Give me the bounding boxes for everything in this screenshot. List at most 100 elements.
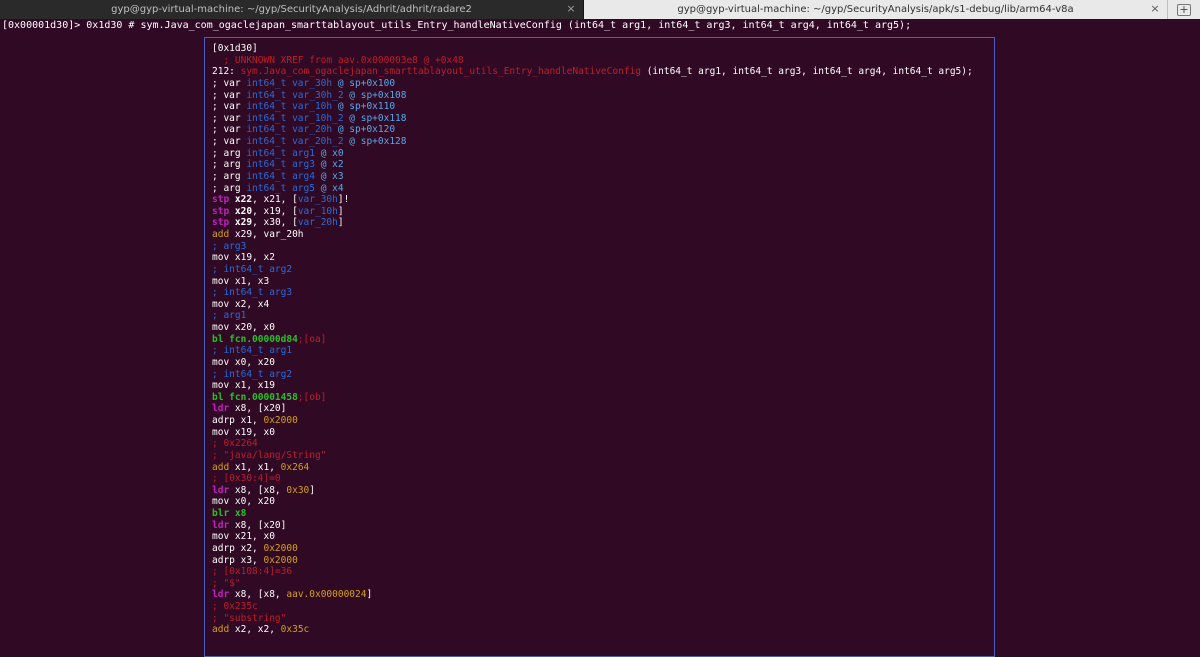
close-tab-icon[interactable]: × (1149, 3, 1161, 15)
close-tab-icon[interactable]: × (565, 3, 577, 15)
disasm-line: ldr x8, [x20] (212, 520, 973, 532)
disasm-token: @ sp+0x108 (343, 89, 407, 101)
disasm-line: mov x19, x0 (212, 427, 973, 439)
disasm-token: ; UNKNOWN XREF from aav.0x000003e8 @ +0x… (212, 54, 464, 66)
disasm-token: @ sp+0x100 (332, 77, 396, 89)
disasm-token: ; var (212, 77, 247, 89)
disasm-token: ; var (212, 89, 247, 101)
disasm-token: @ x0 (314, 147, 344, 159)
disasm-line: adrp x3, 0x2000 (212, 555, 973, 567)
disasm-token: stp (212, 217, 235, 229)
disasm-token: mov x1, x19 (212, 380, 275, 392)
disasm-line: ; 0x2264 (212, 438, 973, 450)
disasm-token: int64_t var_10h_2 (246, 112, 344, 124)
disasm-token: ;[oa] (297, 333, 327, 345)
disasm-token: 0x264 (280, 461, 310, 473)
disasm-token: int64_t arg1 (246, 147, 315, 159)
disasm-line: ; var int64_t var_30h @ sp+0x100 (212, 78, 973, 90)
disasm-token: x8, [x20] (229, 519, 287, 531)
disasm-token: ; int64_t arg2 (212, 263, 293, 275)
disasm-token: ldr (212, 589, 230, 601)
disasm-token: mov x19, x2 (212, 252, 275, 264)
disasm-token: ; var (212, 136, 247, 147)
disasm-token: x8, [x20] (229, 403, 287, 415)
disasm-line: ; var int64_t var_30h_2 @ sp+0x108 (212, 90, 973, 102)
disasm-token: stp (212, 194, 235, 206)
disasm-line: ; 0x235c (212, 601, 973, 613)
disasm-token: x22 (234, 194, 253, 206)
disasm-line: mov x2, x4 (212, 299, 973, 311)
disasm-token: x20 (234, 205, 253, 217)
disasm-line: ; var int64_t var_10h @ sp+0x110 (212, 101, 973, 113)
disasm-token: @ x4 (314, 182, 344, 194)
disasm-token: @ sp+0x110 (332, 101, 396, 113)
disasm-line: ; "java/lang/String" (212, 450, 973, 462)
disasm-token: mov x1, x3 (212, 275, 270, 287)
disasm-line: mov x19, x2 (212, 252, 973, 264)
disasm-token: ; arg (212, 182, 247, 194)
disasm-token: 0x2000 (263, 554, 298, 566)
disasm-token: @ sp+0x128 (343, 136, 407, 147)
disasm-line: ; var int64_t var_20h_2 @ sp+0x128 (212, 136, 973, 148)
disasm-line: stp x22, x21, [var_30h]! (212, 194, 973, 206)
disasm-token: ; int64_t arg2 (212, 368, 293, 380)
disasm-line: 212: sym.Java_com_ogaclejapan_smarttabla… (212, 66, 973, 78)
disasm-token: int64_t var_10h (246, 101, 333, 113)
disasm-token: ldr (212, 403, 230, 415)
disasm-token: mov x2, x4 (212, 298, 270, 310)
disasm-line: stp x20, x19, [var_10h] (212, 206, 973, 218)
disasm-line: ldr x8, [x8, aav.0x00000024] (212, 589, 973, 601)
radare2-prompt: [0x00001d30]> 0x1d30 # sym.Java_com_ogac… (2, 20, 912, 31)
disasm-line: bl fcn.00000d84;[oa] (212, 334, 973, 346)
disasm-token: 212: (212, 66, 241, 78)
disasm-token: ] (337, 217, 344, 229)
tab-radare2[interactable]: gyp@gyp-virtual-machine: ~/gyp/SecurityA… (0, 0, 584, 19)
disasm-token: var_20h (297, 217, 338, 229)
disasm-token: , x21, [ (252, 194, 298, 206)
disasm-token: add (212, 624, 230, 636)
disasm-token: int64_t var_20h (246, 124, 333, 136)
disasm-token: ; int64_t arg1 (212, 345, 293, 357)
terminal-tab-bar: gyp@gyp-virtual-machine: ~/gyp/SecurityA… (0, 0, 1200, 19)
disasm-line: blr x8 (212, 508, 973, 520)
disasm-token: adrp x1, (212, 415, 264, 426)
disasm-token: ; var (212, 112, 247, 124)
disasm-token: ]! (337, 194, 350, 206)
disasm-token: mov x0, x20 (212, 356, 275, 368)
disasm-token: int64_t arg5 (246, 182, 315, 194)
disasm-token: mov x21, x0 (212, 531, 275, 543)
disasm-token: adrp x3, (212, 554, 264, 566)
disasm-line: add x2, x2, 0x35c (212, 624, 973, 636)
disasm-token: ; "substring" (212, 612, 287, 624)
tab-arm64-v8a[interactable]: gyp@gyp-virtual-machine: ~/gyp/SecurityA… (584, 0, 1167, 19)
disasm-token: var_10h (297, 205, 338, 217)
disasm-line: ; arg int64_t arg1 @ x0 (212, 148, 973, 160)
disasm-line: ; arg int64_t arg4 @ x3 (212, 171, 973, 183)
disasm-line: ; arg1 (212, 310, 973, 322)
disasm-token: int64_t arg4 (246, 170, 315, 182)
disasm-token: adrp x2, (212, 542, 264, 554)
disasm-token: 0x2000 (263, 415, 298, 426)
disasm-token: ; [0x108:4]=36 (212, 566, 293, 578)
disasm-token: ; 0x235c (212, 601, 258, 612)
disasm-token: ; 0x2264 (212, 438, 258, 450)
disasm-token: ] (309, 484, 315, 496)
disasm-token: ; arg1 (212, 310, 247, 322)
disasm-line: bl fcn.00001458;[ob] (212, 392, 973, 404)
disasm-token: stp (212, 205, 235, 217)
disasm-token: ; var (212, 101, 247, 113)
disasm-token: aav.0x00000024 (286, 589, 367, 601)
disasm-line: ; "substring" (212, 613, 973, 625)
disasm-token: blr x8 (212, 508, 247, 519)
disasm-token: mov x0, x20 (212, 496, 275, 508)
new-tab-button[interactable]: + (1167, 0, 1200, 19)
disasm-token: , x19, [ (252, 205, 298, 217)
disasm-token: @ x2 (314, 159, 344, 171)
disasm-token: ; arg (212, 159, 247, 171)
disasm-line: adrp x1, 0x2000 (212, 415, 973, 427)
disasm-line: mov x21, x0 (212, 531, 973, 543)
disasm-token: ldr (212, 519, 230, 531)
disasm-line: ; arg3 (212, 241, 973, 253)
disasm-token: 0x35c (280, 624, 310, 636)
disassembly-listing: [0x1d30] ; UNKNOWN XREF from aav.0x00000… (212, 43, 973, 636)
